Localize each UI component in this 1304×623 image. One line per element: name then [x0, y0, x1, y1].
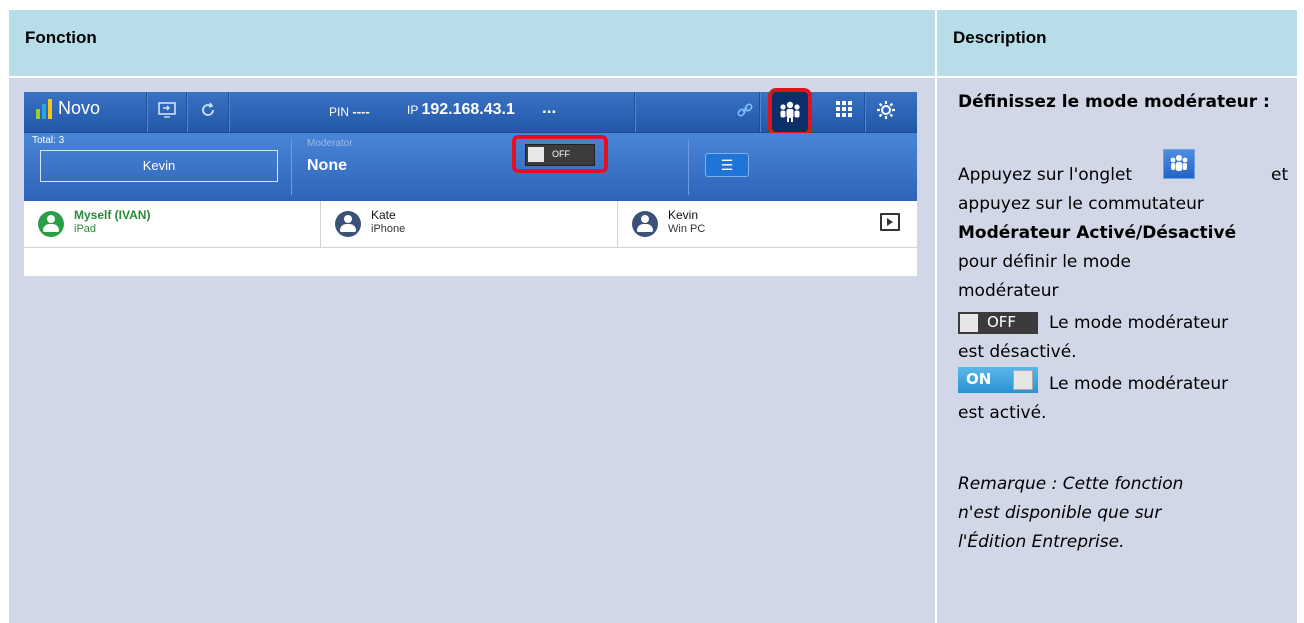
on-label: ON [966, 370, 992, 388]
display-icon[interactable] [155, 100, 179, 124]
desc-text: est activé. [958, 403, 1047, 423]
off-label: OFF [987, 313, 1017, 331]
users-icon [780, 101, 800, 122]
list-button[interactable]: ☰ [705, 153, 749, 177]
moderator-value: None [307, 157, 347, 174]
description-cell: Définissez le mode modérateur : Appuyez … [937, 78, 1297, 623]
brand-name: Novo [58, 98, 101, 118]
device-item[interactable]: Myself (IVAN) iPad [24, 201, 321, 247]
note-text: n'est disponible que sur [958, 503, 1162, 523]
desc-text: est désactivé. [958, 342, 1077, 362]
desc-line: Appuyez sur l'onglet [958, 161, 1132, 189]
avatar [632, 211, 658, 237]
refresh-icon[interactable] [196, 100, 220, 124]
device-item[interactable]: Kevin Win PC [618, 201, 917, 247]
pin-label: PIN [329, 105, 350, 119]
device-type: Win PC [668, 223, 706, 235]
projector-icon[interactable] [880, 213, 900, 231]
device-list: Myself (IVAN) iPad Kate iPhone Kevin Win… [24, 201, 917, 248]
device-name: Kevin [668, 208, 699, 222]
divider [688, 139, 689, 195]
ip-value: 192.168.43.1 [421, 101, 515, 118]
off-toggle-icon: OFF [958, 312, 1038, 334]
session-bar: Total: 3 Kevin Moderator None OFF ☰ [24, 133, 917, 201]
device-name: Myself (IVAN) [74, 208, 151, 222]
novo-logo: Novo [36, 98, 100, 119]
users-tab-icon [1163, 149, 1195, 179]
pin-readout: PIN ---- [329, 104, 384, 119]
note-text: Remarque : Cette fonction [958, 474, 1184, 494]
function-cell: Novo PIN ---- IP 192.168.43.1 ... Total:… [9, 78, 935, 623]
device-type: iPhone [371, 223, 406, 235]
ip-readout: IP 192.168.43.1 [407, 101, 515, 119]
moderator-toggle-highlight: OFF [512, 135, 608, 173]
novo-bars-icon [36, 98, 52, 119]
desc-text: modérateur [958, 281, 1059, 301]
header-description-cell: Description [937, 10, 1297, 76]
more-button[interactable]: ... [542, 98, 556, 118]
header-function-cell: Fonction [9, 10, 935, 76]
app-screenshot: Novo PIN ---- IP 192.168.43.1 ... Total:… [24, 88, 917, 276]
grid-icon[interactable] [832, 100, 856, 124]
on-toggle-icon: ON [958, 367, 1038, 393]
users-tab[interactable] [768, 88, 812, 136]
ip-label: IP [407, 103, 419, 117]
note-text: l'Édition Entreprise. [958, 532, 1125, 552]
moderator-toggle[interactable]: OFF [525, 144, 595, 166]
toggle-state: OFF [552, 149, 570, 159]
toggle-knob [528, 147, 544, 162]
gear-icon[interactable] [874, 100, 898, 124]
description-title: Définissez le mode modérateur : [958, 92, 1270, 112]
desc-text: Modérateur Activé/Désactivé [958, 223, 1237, 243]
device-name: Kate [371, 208, 396, 222]
divider [291, 139, 292, 195]
header-description: Description [953, 28, 1047, 47]
device-item[interactable]: Kate iPhone [321, 201, 618, 247]
total-count: Total: 3 [32, 135, 65, 146]
moderator-label: Moderator [307, 138, 353, 149]
avatar [335, 211, 361, 237]
pin-value: ---- [352, 104, 370, 119]
device-type: iPad [74, 223, 97, 235]
link-icon[interactable] [733, 100, 757, 124]
desc-text: appuyez sur le commutateur [958, 194, 1204, 214]
desc-text: Le mode modérateur [1049, 374, 1229, 394]
desc-text: Le mode modérateur [1049, 313, 1229, 333]
desc-text: et [1271, 165, 1289, 185]
feature-table: Fonction Description Novo PIN ---- IP 19… [9, 10, 1297, 623]
presenter-box[interactable]: Kevin [40, 150, 278, 182]
desc-text: Appuyez sur l'onglet [958, 165, 1133, 185]
top-toolbar: Novo PIN ---- IP 192.168.43.1 ... [24, 88, 917, 136]
avatar [38, 211, 64, 237]
desc-text: pour définir le mode [958, 252, 1132, 272]
header-function: Fonction [25, 28, 97, 47]
